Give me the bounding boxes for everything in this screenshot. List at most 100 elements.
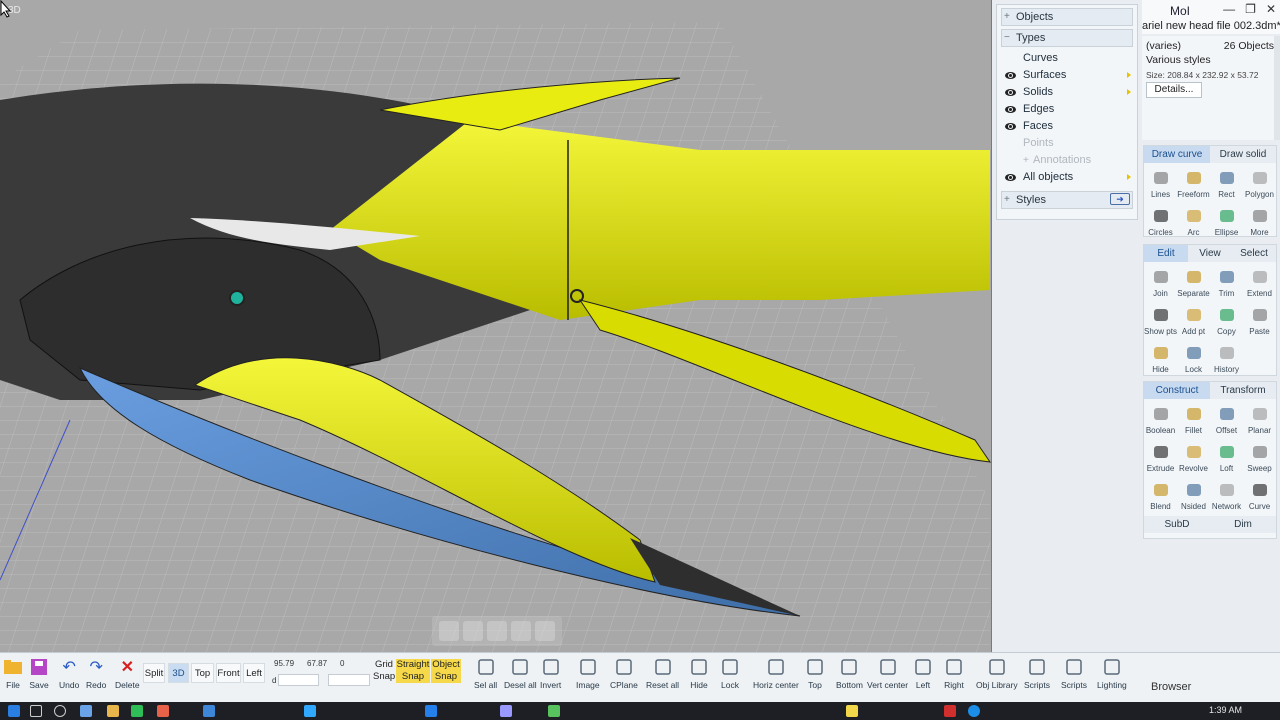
desel-all-button[interactable]: Desel all <box>504 657 537 690</box>
arc-tool[interactable]: Arc <box>1177 201 1210 239</box>
styles-header[interactable]: Styles ➜ <box>1001 191 1133 209</box>
freeform-tool[interactable]: Freeform <box>1177 163 1210 201</box>
eye-icon[interactable] <box>1005 72 1016 79</box>
photoshop-icon[interactable] <box>304 705 316 717</box>
more-tool[interactable]: More <box>1243 201 1276 239</box>
paste-tool[interactable]: Paste <box>1243 300 1276 338</box>
hide-button[interactable]: Hide <box>689 657 709 690</box>
object-snap-toggle[interactable]: Object Snap <box>431 659 461 683</box>
tab-subd[interactable]: SubD <box>1144 516 1210 533</box>
planar-tool[interactable]: Planar <box>1243 399 1276 437</box>
view-front-button[interactable]: Front <box>216 663 241 683</box>
view-left-button[interactable]: Left <box>243 663 265 683</box>
types-header[interactable]: Types <box>1001 29 1133 47</box>
top-button[interactable]: Top <box>805 657 825 690</box>
separate-tool[interactable]: Separate <box>1177 262 1210 300</box>
restore-icon[interactable]: ❐ <box>1245 2 1256 16</box>
close-icon[interactable]: ✕ <box>1266 2 1276 16</box>
arrow-right-icon[interactable]: ➜ <box>1110 193 1130 205</box>
task-view-icon[interactable] <box>80 705 92 717</box>
tab-transform[interactable]: Transform <box>1210 382 1276 399</box>
app-icon-2[interactable] <box>203 705 215 717</box>
acrobat-icon[interactable] <box>944 705 956 717</box>
app-icon-4[interactable] <box>500 705 512 717</box>
curve-tool[interactable]: Curve <box>1243 475 1276 513</box>
image-button[interactable]: Image <box>576 657 600 690</box>
tab-draw-curve[interactable]: Draw curve <box>1144 146 1210 163</box>
rect-tool[interactable]: Rect <box>1210 163 1243 201</box>
type-row-faces[interactable]: Faces <box>997 118 1137 135</box>
join-tool[interactable]: Join <box>1144 262 1177 300</box>
moi-taskbar-icon[interactable] <box>846 705 858 717</box>
type-row-solids[interactable]: Solids <box>997 84 1137 101</box>
view-3d-button[interactable]: 3D <box>168 663 189 683</box>
file-button[interactable]: File <box>3 657 23 690</box>
type-row-curves[interactable]: Curves <box>997 50 1137 67</box>
angle-input[interactable] <box>328 674 370 686</box>
chrome-icon[interactable] <box>131 705 143 717</box>
invert-button[interactable]: Invert <box>540 657 561 690</box>
lock-button[interactable]: Lock <box>720 657 740 690</box>
viewport-3d[interactable]: 3D <box>0 0 992 652</box>
lines-tool[interactable]: Lines <box>1144 163 1177 201</box>
extrude-tool[interactable]: Extrude <box>1144 437 1177 475</box>
straight-snap-toggle[interactable]: Straight Snap <box>396 659 430 683</box>
reset-all-button[interactable]: Reset all <box>646 657 679 690</box>
add-pt-tool[interactable]: Add pt <box>1177 300 1210 338</box>
save-button[interactable]: Save <box>29 657 49 690</box>
show-pts-tool[interactable]: Show pts <box>1144 300 1177 338</box>
tab-edit[interactable]: Edit <box>1144 245 1188 262</box>
lighting-button[interactable]: Lighting <box>1097 657 1127 690</box>
all-objects-row[interactable]: All objects <box>997 169 1137 186</box>
horiz-center-button[interactable]: Horiz center <box>753 657 799 690</box>
right-button[interactable]: Right <box>944 657 964 690</box>
browser-button[interactable]: Browser <box>1151 681 1191 693</box>
offset-tool[interactable]: Offset <box>1210 399 1243 437</box>
delete-button[interactable]: ✕ Delete <box>115 657 140 690</box>
browser-taskbar-icon[interactable] <box>968 705 980 717</box>
polygon-tool[interactable]: Polygon <box>1243 163 1276 201</box>
tab-dim[interactable]: Dim <box>1210 516 1276 533</box>
cplane-button[interactable]: CPlane <box>610 657 638 690</box>
scripts-button[interactable]: Scripts <box>1024 657 1050 690</box>
circles-tool[interactable]: Circles <box>1144 201 1177 239</box>
eye-icon[interactable] <box>1005 106 1016 113</box>
loft-tool[interactable]: Loft <box>1210 437 1243 475</box>
type-row-surfaces[interactable]: Surfaces <box>997 67 1137 84</box>
tab-draw-solid[interactable]: Draw solid <box>1210 146 1276 163</box>
distance-input[interactable] <box>278 674 319 686</box>
tab-view[interactable]: View <box>1188 245 1232 262</box>
app-icon-1[interactable] <box>157 705 169 717</box>
trim-tool[interactable]: Trim <box>1210 262 1243 300</box>
properties-scrollbar[interactable] <box>1274 36 1280 140</box>
history-tool[interactable]: History <box>1210 338 1243 376</box>
viewport-mini-toolbar[interactable] <box>432 616 562 646</box>
tab-construct[interactable]: Construct <box>1144 382 1210 399</box>
network-tool[interactable]: Network <box>1210 475 1243 513</box>
cortana-icon[interactable] <box>54 705 66 717</box>
search-icon[interactable] <box>30 705 42 717</box>
eye-icon[interactable] <box>1005 89 1016 96</box>
details-button[interactable]: Details... <box>1146 82 1202 98</box>
style-value[interactable]: Various styles <box>1146 54 1211 66</box>
annotations-row[interactable]: Annotations <box>997 152 1137 169</box>
view-top-button[interactable]: Top <box>191 663 214 683</box>
ellipse-tool[interactable]: Ellipse <box>1210 201 1243 239</box>
app-icon-3[interactable] <box>425 705 437 717</box>
type-row-points[interactable]: Points <box>997 135 1137 152</box>
eye-icon[interactable] <box>1005 123 1016 130</box>
boolean-tool[interactable]: Boolean <box>1144 399 1177 437</box>
bottom-button[interactable]: Bottom <box>836 657 863 690</box>
scripts-button[interactable]: Scripts <box>1061 657 1087 690</box>
vert-center-button[interactable]: Vert center <box>867 657 908 690</box>
windows-start-icon[interactable] <box>8 705 20 717</box>
eye-icon[interactable] <box>1005 174 1016 181</box>
rotate-icon[interactable] <box>511 621 531 641</box>
objects-header[interactable]: Objects <box>1001 8 1133 26</box>
copy-tool[interactable]: Copy <box>1210 300 1243 338</box>
pan-icon[interactable] <box>439 621 459 641</box>
minimize-icon[interactable]: — <box>1223 2 1235 16</box>
fillet-tool[interactable]: Fillet <box>1177 399 1210 437</box>
redo-button[interactable]: ↷ Redo <box>86 657 106 690</box>
nsided-tool[interactable]: Nsided <box>1177 475 1210 513</box>
